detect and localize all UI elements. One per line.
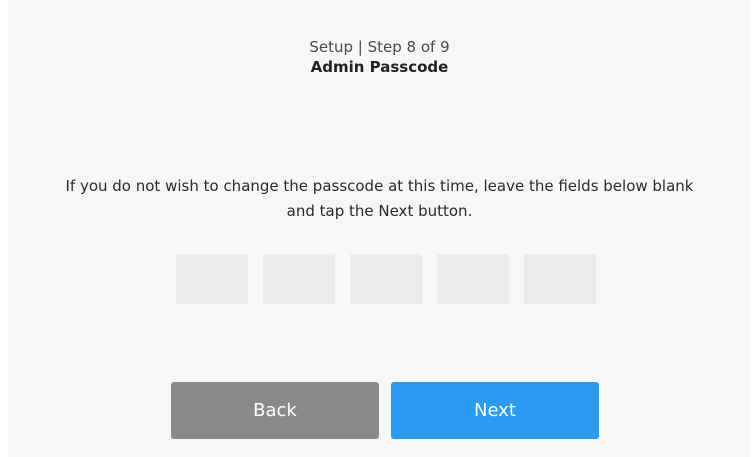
back-button[interactable]: Back [171,382,379,439]
setup-header: Setup | Step 8 of 9 Admin Passcode [8,37,751,77]
instructions-line-1: If you do not wish to change the passcod… [65,177,694,195]
passcode-digit-1[interactable] [176,254,248,304]
step-indicator: Setup | Step 8 of 9 [309,38,450,56]
passcode-digit-4[interactable] [437,254,509,304]
page-title: Admin Passcode [310,58,449,76]
setup-panel: Setup | Step 8 of 9 Admin Passcode If yo… [8,0,751,457]
next-button-label: Next [474,400,516,421]
instructions-line-2: and tap the Next button. [286,202,473,220]
next-button[interactable]: Next [391,382,599,439]
instructions-text: If you do not wish to change the passcod… [48,174,711,224]
passcode-digit-5[interactable] [524,254,596,304]
passcode-digit-3[interactable] [350,254,422,304]
back-button-label: Back [253,400,297,421]
passcode-digit-2[interactable] [263,254,335,304]
passcode-fields [176,254,596,304]
